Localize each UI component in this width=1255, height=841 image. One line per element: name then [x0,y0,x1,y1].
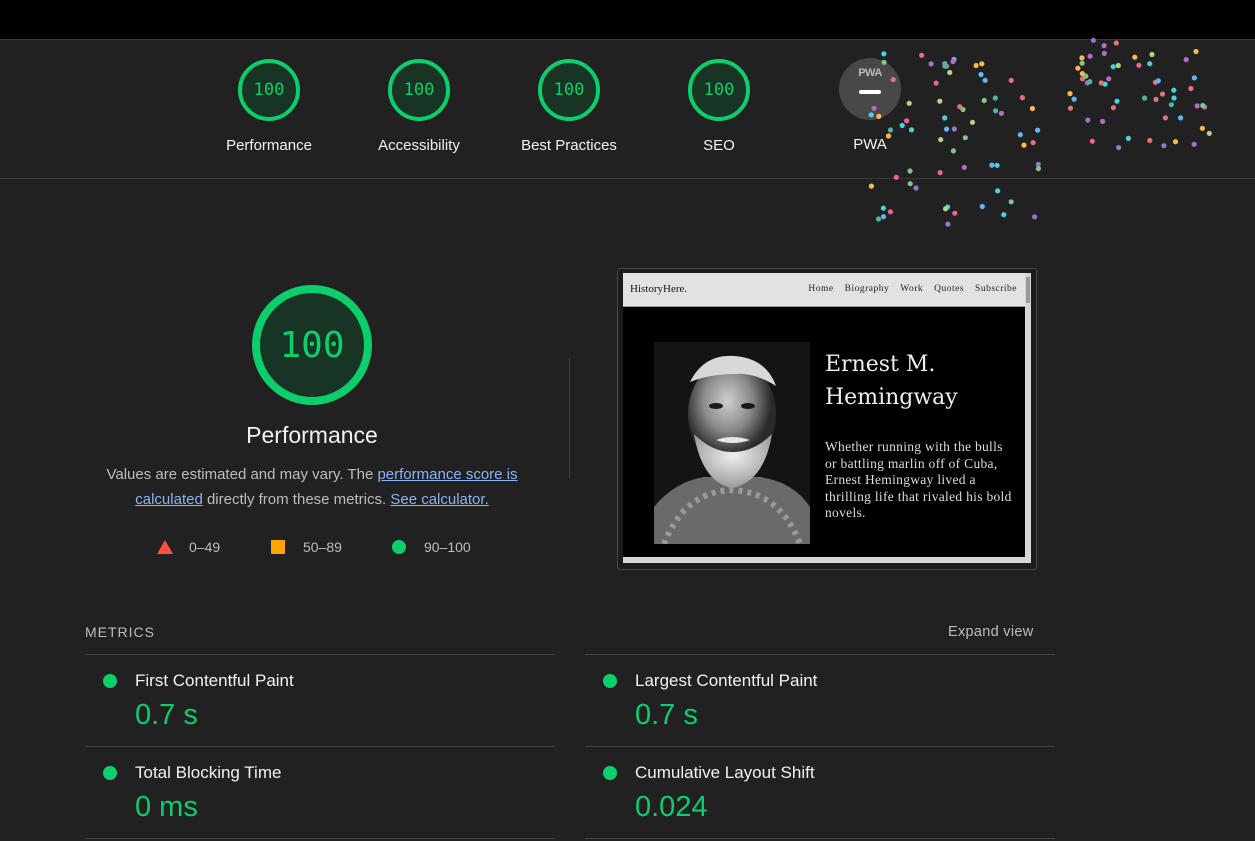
gauge-label: Accessibility [378,137,460,154]
screenshot-vertical-scrollbar [1025,273,1031,563]
confetti-dot [880,205,887,211]
confetti-dot [1001,212,1007,218]
triangle-icon [157,540,173,554]
metric-first-contentful-paint: First Contentful Paint 0.7 s [85,654,555,747]
metric-title: First Contentful Paint [135,671,294,690]
metric-title: Cumulative Layout Shift [635,763,815,782]
legend-average-label: 50–89 [303,539,342,555]
page-screenshot[interactable]: HistoryHere. Home Biography Work Quotes … [623,273,1031,563]
screenshot-nav-links: Home Biography Work Quotes Subscribe [797,284,1017,294]
confetti-dot [952,210,958,216]
screenshot-navbar: HistoryHere. Home Biography Work Quotes … [623,273,1025,307]
confetti-dot [913,185,919,191]
screenshot-nav-biography: Biography [844,284,890,294]
divider [569,358,570,478]
confetti-dot [1032,214,1038,220]
metric-largest-contentful-paint: Largest Contentful Paint 0.7 s [585,654,1055,747]
dash-icon [859,90,881,94]
legend-average: 50–89 [271,538,342,556]
score-gauge: 100 [538,59,600,121]
confetti-dot [875,216,882,222]
gauge-accessibility[interactable]: 100 Accessibility [359,59,479,154]
pass-circle-icon [603,674,617,688]
metric-value: 0.7 s [635,699,698,731]
pass-circle-icon [603,766,617,780]
confetti-dot [979,203,985,210]
performance-title: Performance [246,422,378,448]
scrollbar-thumb [1026,277,1030,303]
circle-icon [392,540,406,554]
see-calculator-link[interactable]: See calculator. [390,491,488,508]
confetti-dot [1008,199,1014,205]
confetti-dot [880,214,887,220]
metric-value: 0.7 s [135,699,198,731]
metric-cumulative-layout-shift: Cumulative Layout Shift 0.024 [585,746,1055,839]
legend-pass-label: 90–100 [424,539,471,555]
confetti-dot [868,183,875,189]
expand-view-toggle[interactable]: Expand view [948,624,1034,640]
screenshot-headline: Ernest M. Hemingway [825,352,958,410]
score-gauge: 100 [388,59,450,121]
screenshot-horizontal-scrollbar [623,557,1025,563]
pwa-badge-text: PWA [858,67,882,79]
confetti-dot [945,204,951,210]
legend-fail-label: 0–49 [189,539,221,555]
performance-description: Values are estimated and may vary. The p… [96,462,528,512]
description-text: Values are estimated and may vary. The [106,466,378,483]
screenshot-body-text: Whether running with the bulls or battli… [825,439,1012,520]
score-gauge: 100 [238,59,300,121]
score-summary-bar: 100 Performance 100 Accessibility 100 Be… [0,40,1255,179]
pass-circle-icon [103,766,117,780]
gauge-label: SEO [703,137,735,154]
legend-fail: 0–49 [157,538,220,556]
confetti-dot [887,209,894,215]
square-icon [271,540,285,554]
pass-circle-icon [103,674,117,688]
legend-pass: 90–100 [392,538,471,556]
screenshot-nav-quotes: Quotes [934,284,965,294]
score-gauge: 100 [688,59,750,121]
screenshot-nav-home: Home [808,284,834,294]
metrics-header: METRICS [85,624,155,640]
metric-title: Largest Contentful Paint [635,671,818,690]
screenshot-nav-subscribe: Subscribe [975,284,1017,294]
confetti-dot [942,206,949,212]
gauge-label: Best Practices [521,137,617,154]
metric-value: 0.024 [635,791,708,823]
portrait-image [654,342,810,544]
performance-score-gauge: 100 [252,285,372,405]
metric-title: Total Blocking Time [135,763,282,782]
screenshot-nav-work: Work [900,284,924,294]
metric-value: 0 ms [135,791,198,823]
metric-total-blocking-time: Total Blocking Time 0 ms [85,746,555,839]
gauge-seo[interactable]: 100 SEO [659,59,779,154]
confetti-dot [907,181,913,187]
top-bar [0,0,1255,40]
gauge-best-practices[interactable]: 100 Best Practices [509,59,629,154]
confetti-dot [945,221,951,227]
confetti-dot [995,188,1001,194]
gauge-label: Performance [226,137,312,154]
pwa-badge: PWA [839,58,901,120]
gauge-label: PWA [853,136,887,153]
screenshot-logo: HistoryHere. [630,283,688,295]
gauge-performance[interactable]: 100 Performance [209,59,329,154]
description-text: directly from these metrics. [202,491,391,508]
gauge-pwa[interactable]: PWA PWA [810,58,930,153]
